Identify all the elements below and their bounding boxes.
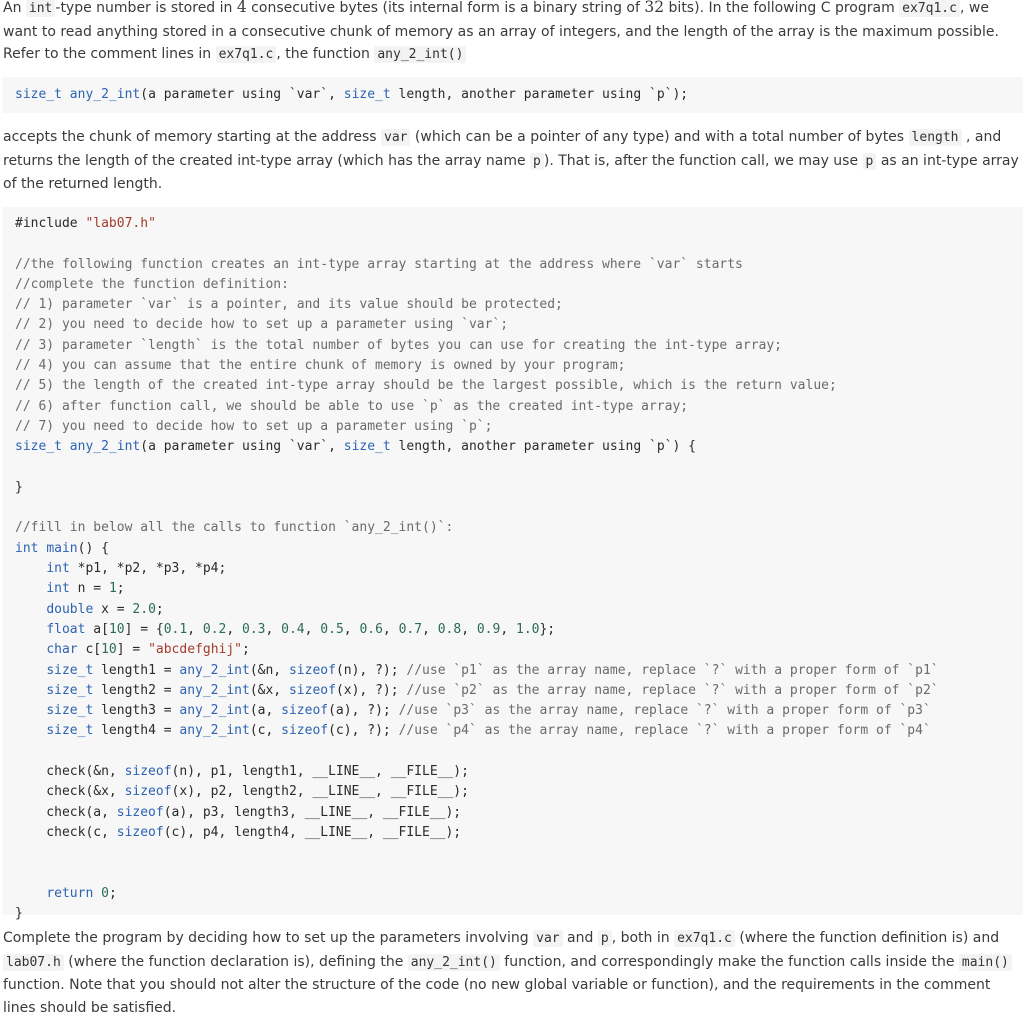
program-code-line: #include "lab07.h" [15, 216, 156, 231]
inline-code: ex7q1.c [215, 46, 277, 63]
program-code-line: size_t length4 = any_2_int(c, sizeof(c),… [46, 723, 931, 739]
signature-code-line: size_t any_2_int(a parameter using `var`… [15, 87, 689, 102]
program-code-line: //the following function creates an int-… [15, 256, 743, 272]
program-code-line: int n = 1; [46, 581, 125, 597]
program-code-line [15, 234, 1011, 254]
math-number: 32 [644, 0, 665, 16]
program-code-line: size_t length2 = any_2_int(&x, sizeof(x)… [46, 682, 939, 698]
outro-paragraph: Complete the program by deciding how to … [3, 927, 1019, 1019]
outro-text: , both in [611, 930, 675, 946]
intro-paragraph: An int -type number is stored in 4 consec… [3, 0, 1019, 67]
outro-text: (where the function definition is) and [734, 930, 1000, 946]
program-code-line [15, 458, 1011, 478]
program-code-line [15, 864, 1011, 884]
middle-text: accepts the chunk of memory starting at … [3, 129, 381, 145]
program-code-line: //complete the function definition: [15, 276, 289, 292]
program-code-line: // 2) you need to decide how to set up a… [15, 317, 509, 333]
program-code-line [15, 843, 1011, 863]
inline-code: lab07.h [3, 953, 64, 971]
program-code-line: return 0; [46, 885, 117, 901]
inline-code: p [862, 152, 877, 170]
program-code-line [15, 742, 1011, 762]
middle-paragraph: accepts the chunk of memory starting at … [3, 126, 1019, 196]
intro-text: bits). In the following C program [664, 0, 900, 16]
inline-code: any_2_int() [374, 46, 467, 63]
program-code-line: check(&n, sizeof(n), p1, length1, __LINE… [15, 764, 469, 780]
signature-code: size_t any_2_int(a parameter using `var`… [3, 77, 1023, 105]
inline-code: p [530, 152, 544, 170]
program-code-line: check(c, sizeof(c), p4, length4, __LINE_… [15, 824, 462, 840]
inline-code: length [908, 129, 962, 146]
program-code-line: size_t length1 = any_2_int(&n, sizeof(n)… [46, 662, 939, 678]
program-code-line: } [15, 479, 23, 495]
program-code-line: // 3) parameter `length` is the total nu… [15, 337, 783, 353]
intro-text: consecutive bytes (its internal form is … [246, 0, 645, 16]
outro-text: (where the function declaration is), def… [63, 953, 408, 970]
program-code-line: check(&x, sizeof(x), p2, length2, __LINE… [15, 784, 469, 800]
program-code-line: int *p1, *p2, *p3, *p4; [46, 561, 227, 577]
inline-code: ex7q1.c [899, 0, 960, 17]
program-code-line: // 4) you can assume that the entire chu… [15, 358, 626, 374]
inline-code: var [533, 930, 563, 947]
program-code-line: size_t any_2_int(a parameter using `var`… [15, 439, 696, 455]
outro-text: Complete the program by deciding how to … [3, 930, 534, 946]
program-code-line: float a[10] = {0.1, 0.2, 0.3, 0.4, 0.5, … [46, 621, 556, 637]
intro-text: An [3, 0, 26, 16]
outro-text: function. Note that you should not alter… [3, 977, 991, 1016]
inline-code: int [25, 0, 56, 17]
outro-text: function, and correspondingly make the f… [499, 953, 959, 970]
program-code-line: char c[10] = "abcdefghij"; [46, 642, 250, 658]
program-code-line: // 7) you need to decide how to set up a… [15, 418, 493, 434]
inline-code: var [381, 129, 411, 146]
inline-code: ex7q1.c [674, 930, 735, 947]
program-code-line: } [15, 906, 23, 922]
inline-code: p [597, 930, 612, 947]
program-code-line [15, 498, 1011, 518]
outro-text: and [562, 930, 598, 946]
program-code-line: check(a, sizeof(a), p3, length3, __LINE_… [15, 804, 462, 820]
inline-code: main() [958, 953, 1012, 971]
program-code: #include "lab07.h" //the following funct… [3, 207, 1023, 924]
signature-code-block: size_t any_2_int(a parameter using `var`… [3, 77, 1023, 113]
program-code-line: // 5) the length of the created int-type… [15, 378, 837, 394]
program-code-line: int main() { [15, 540, 109, 556]
program-code-line: // 1) parameter `var` is a pointer, and … [15, 297, 563, 313]
program-code-line: //fill in below all the calls to functio… [15, 520, 454, 536]
math-number: 4 [236, 0, 247, 16]
intro-text: , the function [276, 46, 375, 62]
inline-code: any_2_int() [407, 953, 500, 971]
middle-text: (which can be a pointer of any type) and… [410, 129, 909, 145]
intro-text: -type number is stored in [55, 0, 237, 16]
program-code-line: // 6) after function call, we should be … [15, 398, 689, 414]
program-code-line: size_t length3 = any_2_int(a, sizeof(a),… [46, 703, 931, 719]
program-code-line: double x = 2.0; [46, 601, 164, 617]
program-code-block: #include "lab07.h" //the following funct… [3, 207, 1023, 921]
middle-text: ). That is, after the function call, we … [543, 152, 863, 169]
